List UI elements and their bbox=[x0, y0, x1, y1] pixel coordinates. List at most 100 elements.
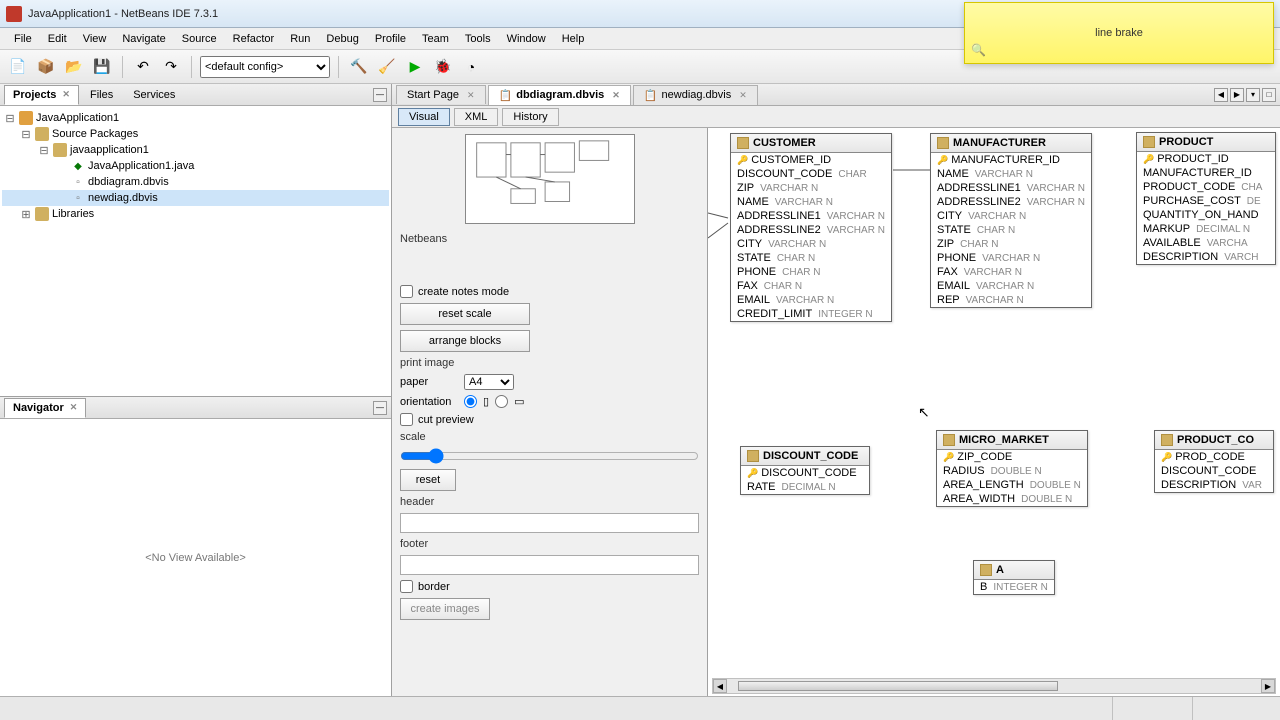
header-label: header bbox=[400, 496, 699, 508]
close-icon[interactable]: ✕ bbox=[739, 90, 747, 101]
tree-java[interactable]: JavaApplication1.java bbox=[88, 160, 194, 172]
editor-sub-tabs: Visual XML History bbox=[392, 106, 1280, 128]
left-panel-tabs: Projects✕ Files Services — bbox=[0, 84, 391, 106]
menu-file[interactable]: File bbox=[6, 30, 40, 48]
tab-dbdiagram[interactable]: 📋dbdiagram.dbvis✕ bbox=[488, 85, 631, 105]
cut-preview-checkbox[interactable] bbox=[400, 413, 413, 426]
undo-icon[interactable]: ↶ bbox=[131, 55, 155, 79]
build-icon[interactable]: 🔨 bbox=[347, 55, 371, 79]
minimize-panel-icon[interactable]: — bbox=[373, 88, 387, 102]
save-all-icon[interactable]: 💾 bbox=[90, 55, 114, 79]
clean-build-icon[interactable]: 🧹 bbox=[375, 55, 399, 79]
scroll-right-icon[interactable]: ▶ bbox=[1261, 679, 1275, 693]
menu-source[interactable]: Source bbox=[174, 30, 225, 48]
close-icon[interactable]: ✕ bbox=[62, 89, 70, 100]
run-icon[interactable]: ▶ bbox=[403, 55, 427, 79]
subtab-history[interactable]: History bbox=[502, 108, 558, 126]
menu-team[interactable]: Team bbox=[414, 30, 457, 48]
file-icon: ▫ bbox=[71, 191, 85, 205]
arrange-blocks-button[interactable]: arrange blocks bbox=[400, 330, 530, 352]
tree-db2[interactable]: newdiag.dbvis bbox=[88, 192, 158, 204]
horizontal-scrollbar[interactable]: ◀ ▶ bbox=[712, 678, 1276, 694]
landscape-icon: ▭ bbox=[514, 395, 524, 408]
table-product-code[interactable]: PRODUCT_CO🔑PROD_CODEDISCOUNT_CODEDESCRIP… bbox=[1154, 430, 1274, 493]
table-a[interactable]: ABINTEGER N bbox=[973, 560, 1055, 595]
reset-button[interactable]: reset bbox=[400, 469, 456, 491]
diagram-canvas[interactable]: CUSTOMER🔑CUSTOMER_IDDISCOUNT_CODECHARZIP… bbox=[708, 128, 1280, 696]
menu-refactor[interactable]: Refactor bbox=[225, 30, 283, 48]
reset-scale-button[interactable]: reset scale bbox=[400, 303, 530, 325]
tree-pkg[interactable]: javaapplication1 bbox=[70, 144, 149, 156]
subtab-visual[interactable]: Visual bbox=[398, 108, 450, 126]
tab-newdiag[interactable]: 📋newdiag.dbvis✕ bbox=[633, 85, 758, 105]
menu-edit[interactable]: Edit bbox=[40, 30, 75, 48]
tab-projects[interactable]: Projects✕ bbox=[4, 85, 79, 105]
new-file-icon[interactable]: 📄 bbox=[6, 55, 30, 79]
border-checkbox[interactable] bbox=[400, 580, 413, 593]
close-icon[interactable]: ✕ bbox=[70, 402, 78, 413]
tree-src[interactable]: Source Packages bbox=[52, 128, 138, 140]
minimize-panel-icon[interactable]: — bbox=[373, 401, 387, 415]
scroll-thumb[interactable] bbox=[738, 681, 1058, 691]
java-icon: ◆ bbox=[71, 159, 85, 173]
menu-view[interactable]: View bbox=[75, 30, 115, 48]
sticky-text: line brake bbox=[1095, 27, 1143, 39]
next-tab-icon[interactable]: ▶ bbox=[1230, 88, 1244, 102]
table-manufacturer[interactable]: MANUFACTURER🔑MANUFACTURER_IDNAMEVARCHAR … bbox=[930, 133, 1092, 308]
tab-list-icon[interactable]: ▾ bbox=[1246, 88, 1260, 102]
profile-icon[interactable]: ◔ bbox=[459, 55, 483, 79]
menu-profile[interactable]: Profile bbox=[367, 30, 414, 48]
status-bar bbox=[0, 696, 1280, 720]
config-select[interactable]: <default config> bbox=[200, 56, 330, 78]
diagram-thumbnail[interactable] bbox=[465, 134, 635, 224]
print-image-label: print image bbox=[400, 357, 699, 369]
open-icon[interactable]: 📂 bbox=[62, 55, 86, 79]
create-images-button[interactable]: create images bbox=[400, 598, 490, 620]
header-input[interactable] bbox=[400, 513, 699, 533]
table-micro-market[interactable]: MICRO_MARKET🔑ZIP_CODERADIUSDOUBLE NAREA_… bbox=[936, 430, 1088, 507]
editor-tabs: Start Page✕ 📋dbdiagram.dbvis✕ 📋newdiag.d… bbox=[392, 84, 1280, 106]
tree-root[interactable]: JavaApplication1 bbox=[36, 112, 119, 124]
table-customer[interactable]: CUSTOMER🔑CUSTOMER_IDDISCOUNT_CODECHARZIP… bbox=[730, 133, 892, 322]
file-icon: ▫ bbox=[71, 175, 85, 189]
tab-services[interactable]: Services bbox=[124, 85, 184, 105]
portrait-icon: ▯ bbox=[483, 395, 489, 408]
scale-label: scale bbox=[400, 431, 699, 443]
menu-window[interactable]: Window bbox=[499, 30, 554, 48]
scale-slider[interactable] bbox=[400, 448, 699, 464]
menu-navigate[interactable]: Navigate bbox=[114, 30, 173, 48]
tab-start-page[interactable]: Start Page✕ bbox=[396, 85, 486, 104]
orientation-landscape-radio[interactable] bbox=[495, 395, 508, 408]
tree-db1[interactable]: dbdiagram.dbvis bbox=[88, 176, 169, 188]
debug-icon[interactable]: 🐞 bbox=[431, 55, 455, 79]
menu-debug[interactable]: Debug bbox=[318, 30, 366, 48]
scroll-left-icon[interactable]: ◀ bbox=[713, 679, 727, 693]
cursor-icon: ↖ bbox=[918, 404, 930, 421]
redo-icon[interactable]: ↷ bbox=[159, 55, 183, 79]
properties-panel: Netbeans create notes mode reset scale a… bbox=[392, 128, 708, 696]
tab-files[interactable]: Files bbox=[81, 85, 122, 105]
create-notes-checkbox[interactable] bbox=[400, 285, 413, 298]
orientation-portrait-radio[interactable] bbox=[464, 395, 477, 408]
prev-tab-icon[interactable]: ◀ bbox=[1214, 88, 1228, 102]
paper-select[interactable]: A4 bbox=[464, 374, 514, 390]
table-product[interactable]: PRODUCT🔑PRODUCT_IDMANUFACTURER_IDPRODUCT… bbox=[1136, 132, 1276, 265]
sticky-note: 🔍 line brake bbox=[964, 2, 1274, 64]
menu-run[interactable]: Run bbox=[282, 30, 318, 48]
menu-tools[interactable]: Tools bbox=[457, 30, 499, 48]
tab-navigator[interactable]: Navigator✕ bbox=[4, 398, 86, 418]
close-icon[interactable]: ✕ bbox=[467, 90, 475, 101]
project-tree[interactable]: ⊟JavaApplication1 ⊟Source Packages ⊟java… bbox=[0, 106, 391, 396]
search-icon: 🔍 bbox=[971, 43, 986, 57]
tree-lib[interactable]: Libraries bbox=[52, 208, 94, 220]
table-discount-code[interactable]: DISCOUNT_CODE🔑DISCOUNT_CODERATEDECIMAL N bbox=[740, 446, 870, 495]
navigator-empty: <No View Available> bbox=[0, 419, 391, 696]
menu-help[interactable]: Help bbox=[554, 30, 593, 48]
libraries-icon bbox=[35, 207, 49, 221]
subtab-xml[interactable]: XML bbox=[454, 108, 499, 126]
close-icon[interactable]: ✕ bbox=[612, 90, 620, 101]
footer-label: footer bbox=[400, 538, 699, 550]
new-project-icon[interactable]: 📦 bbox=[34, 55, 58, 79]
maximize-editor-icon[interactable]: □ bbox=[1262, 88, 1276, 102]
footer-input[interactable] bbox=[400, 555, 699, 575]
